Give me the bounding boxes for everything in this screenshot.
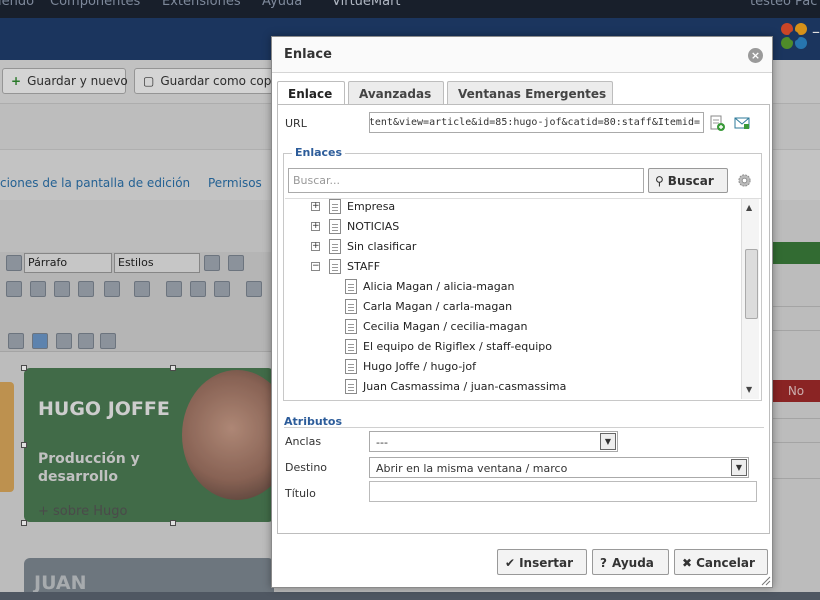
browse-link-icon[interactable] (709, 115, 725, 131)
links-fieldset: Enlaces Buscar... ⚲ Buscar + Empresa + NO… (283, 146, 762, 401)
tree-node-article[interactable]: Juan Casmassima / juan-casmassima (285, 379, 741, 399)
tree-node-label: Juan Casmassima / juan-casmassima (363, 380, 567, 393)
cancel-button[interactable]: ✖ Cancelar (674, 549, 768, 575)
insert-button-label: Insertar (519, 556, 574, 570)
cancel-button-label: Cancelar (696, 556, 755, 570)
search-icon: ⚲ (655, 174, 664, 188)
chevron-down-icon: ▼ (731, 459, 747, 476)
attributes-divider (284, 427, 764, 428)
tree-node-label: Sin clasificar (347, 240, 417, 253)
question-icon: ? (600, 556, 607, 570)
title-input[interactable] (369, 481, 757, 502)
article-doc-icon (345, 339, 357, 354)
dialog-title: Enlace (284, 47, 332, 62)
collapse-icon[interactable]: − (311, 262, 320, 271)
tree-node-article[interactable]: El equipo de Rigiflex / staff-equipo (285, 339, 741, 359)
tree-node-label: El equipo de Rigiflex / staff-equipo (363, 340, 553, 353)
tree-node-article[interactable]: Alicia Magan / alicia-magan (285, 279, 741, 299)
cancel-x-icon: ✖ (682, 556, 693, 570)
folder-doc-icon (329, 259, 341, 274)
tree-node-empresa[interactable]: + Empresa (285, 199, 741, 219)
dialog-titlebar[interactable]: Enlace × (272, 37, 772, 73)
target-label: Destino (285, 461, 328, 474)
search-button-label: Buscar (667, 174, 714, 188)
tree-node-staff[interactable]: − STAFF (285, 259, 741, 279)
search-input[interactable]: Buscar... (288, 168, 644, 193)
tree-node-label: Hugo Joffe / hugo-jof (363, 360, 476, 373)
insert-button[interactable]: ✔ Insertar (497, 549, 587, 575)
article-doc-icon (345, 319, 357, 334)
url-value: index.php?option=com_content&view=articl… (369, 117, 700, 128)
article-doc-icon (345, 299, 357, 314)
help-button-label: Ayuda (611, 556, 654, 570)
tree-scrollbar[interactable]: ▲ ▼ (741, 199, 759, 399)
folder-doc-icon (329, 239, 341, 254)
tree-node-label: STAFF (347, 260, 381, 273)
tree-node-label: Empresa (347, 200, 396, 213)
tree-node-label: Cecilia Magan / cecilia-magan (363, 320, 528, 333)
url-input[interactable]: index.php?option=com_content&view=articl… (369, 112, 704, 133)
tree-node-label: Alicia Magan / alicia-magan (363, 280, 515, 293)
url-label: URL (285, 117, 307, 130)
article-doc-icon (345, 279, 357, 294)
tab-popups[interactable]: Ventanas Emergentes (447, 81, 613, 105)
gear-icon[interactable] (737, 173, 752, 188)
title-label: Título (285, 487, 316, 500)
scrollbar-thumb[interactable] (745, 249, 758, 319)
expand-icon[interactable]: + (311, 242, 320, 251)
close-icon[interactable]: × (748, 48, 763, 63)
target-value: Abrir en la misma ventana / marco (376, 462, 568, 475)
resize-grip-icon[interactable] (759, 574, 771, 586)
target-select[interactable]: Abrir en la misma ventana / marco ▼ (369, 457, 749, 478)
tree-node-article[interactable]: Hugo Joffe / hugo-jof (285, 359, 741, 379)
folder-doc-icon (329, 219, 341, 234)
email-link-icon[interactable] (734, 115, 750, 131)
search-button[interactable]: ⚲ Buscar (648, 168, 728, 193)
check-icon: ✔ (505, 556, 516, 570)
chevron-down-icon: ▼ (600, 433, 616, 450)
folder-doc-icon (329, 199, 341, 214)
link-tab-panel: URL index.php?option=com_content&view=ar… (277, 104, 770, 534)
help-button[interactable]: ? Ayuda (592, 549, 669, 575)
tree-node-article[interactable]: Cecilia Magan / cecilia-magan (285, 319, 741, 339)
tree-node-article[interactable]: Carla Magan / carla-magan (285, 299, 741, 319)
dialog-tabs: Enlace Avanzadas Ventanas Emergentes (277, 81, 771, 106)
link-dialog: Enlace × Enlace Avanzadas Ventanas Emerg… (271, 36, 773, 588)
expand-icon[interactable]: + (311, 222, 320, 231)
tab-link[interactable]: Enlace (277, 81, 345, 106)
tree-node-label: Carla Magan / carla-magan (363, 300, 513, 313)
anchors-select[interactable]: --- ▼ (369, 431, 618, 452)
article-doc-icon (345, 359, 357, 374)
scroll-down-icon[interactable]: ▼ (746, 385, 752, 394)
content-tree: + Empresa + NOTICIAS + Sin clasificar − (285, 198, 761, 400)
links-legend: Enlaces (292, 146, 346, 159)
anchors-value: --- (376, 436, 388, 449)
tree-node-label: NOTICIAS (347, 220, 400, 233)
tab-advanced[interactable]: Avanzadas (348, 81, 444, 105)
article-doc-icon (345, 379, 357, 394)
tree-node-sin-clasificar[interactable]: + Sin clasificar (285, 239, 741, 259)
anchors-label: Anclas (285, 435, 322, 448)
tree-node-noticias[interactable]: + NOTICIAS (285, 219, 741, 239)
scroll-up-icon[interactable]: ▲ (746, 203, 752, 212)
expand-icon[interactable]: + (311, 202, 320, 211)
